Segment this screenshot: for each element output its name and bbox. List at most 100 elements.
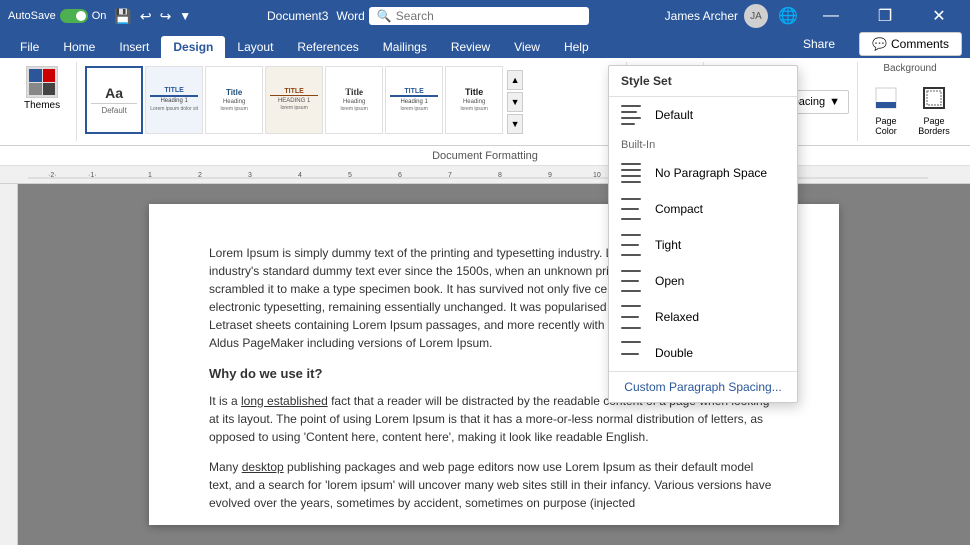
svg-text:7: 7 xyxy=(448,172,452,179)
para2-link[interactable]: long established xyxy=(241,394,328,408)
para-spacing-chevron: ▼ xyxy=(829,96,840,108)
spacing-icon-tight xyxy=(621,233,645,257)
page-borders-button[interactable]: Page Borders xyxy=(914,78,954,140)
tab-view[interactable]: View xyxy=(502,36,552,58)
save-icon[interactable]: 💾 xyxy=(114,8,131,25)
dropdown-item-compact-label: Compact xyxy=(655,202,703,216)
para3-after: publishing packages and web page editors… xyxy=(209,460,771,510)
globe-icon[interactable]: 🌐 xyxy=(776,4,800,28)
style-item-default[interactable]: Aa Default xyxy=(85,66,143,134)
comments-button[interactable]: 💬 Comments xyxy=(859,32,962,56)
search-input[interactable] xyxy=(396,9,576,23)
dropdown-footer[interactable]: Custom Paragraph Spacing... xyxy=(609,371,797,402)
svg-text:·1·: ·1· xyxy=(88,172,97,179)
vertical-ruler xyxy=(0,184,18,545)
background-section: Background Page Color Page Borders xyxy=(858,62,962,141)
horizontal-ruler: ·2··1· 12 34 56 78 910 11 xyxy=(0,166,970,184)
style-scroll-more[interactable]: ▼ xyxy=(507,114,523,134)
minimize-button[interactable]: — xyxy=(808,0,854,32)
tab-design[interactable]: Design xyxy=(161,36,225,58)
style-item-heading2[interactable]: Title Heading lorem ipsum xyxy=(205,66,263,134)
dropdown-item-compact[interactable]: Compact xyxy=(609,191,797,227)
autosave-toggle-pill[interactable] xyxy=(60,9,88,23)
svg-text:10: 10 xyxy=(593,172,601,179)
redo-icon[interactable]: ↪ xyxy=(160,8,172,25)
dropdown-item-tight-label: Tight xyxy=(655,238,681,252)
style-item-4[interactable]: Title Heading lorem ipsum xyxy=(325,66,383,134)
title-bar-left: AutoSave On 💾 ↩ ↪ ▼ xyxy=(8,8,191,25)
main-area: Lorem Ipsum is simply dummy text of the … xyxy=(0,184,970,545)
doc-name: Document3 xyxy=(267,9,328,23)
search-box[interactable]: 🔍 xyxy=(369,7,589,25)
svg-text:6: 6 xyxy=(398,172,402,179)
themes-preview xyxy=(26,66,58,98)
dropdown-item-no-para[interactable]: No Paragraph Space xyxy=(609,155,797,191)
ruler-inner: ·2··1· 12 34 56 78 910 11 xyxy=(28,168,970,182)
svg-text:2: 2 xyxy=(198,172,202,179)
tab-review[interactable]: Review xyxy=(439,36,502,58)
themes-label: Themes xyxy=(24,100,60,111)
dropdown-item-open-label: Open xyxy=(655,274,684,288)
dropdown-item-double[interactable]: Double xyxy=(609,335,797,371)
doc-format-label: Document Formatting xyxy=(432,150,538,162)
tab-references[interactable]: References xyxy=(285,36,370,58)
undo-icon[interactable]: ↩ xyxy=(140,8,152,25)
svg-text:8: 8 xyxy=(498,172,502,179)
dropdown-item-open[interactable]: Open xyxy=(609,263,797,299)
share-button[interactable]: Share xyxy=(787,33,851,55)
autosave-toggle[interactable]: AutoSave On xyxy=(8,9,106,23)
page-color-button[interactable]: Page Color xyxy=(866,78,906,140)
tab-home[interactable]: Home xyxy=(51,36,107,58)
page-borders-icon xyxy=(918,82,950,114)
customize-icon[interactable]: ▼ xyxy=(179,9,191,23)
spacing-icon-double xyxy=(621,341,645,365)
user-name: James Archer xyxy=(665,9,738,23)
ribbon-tabs: File Home Insert Design Layout Reference… xyxy=(0,32,970,58)
close-button[interactable]: ✕ xyxy=(916,0,962,32)
bg-group: Page Color Page Borders xyxy=(866,78,954,140)
spacing-icon-default xyxy=(621,103,645,127)
themes-button[interactable]: Themes xyxy=(16,62,68,115)
style-item-heading3[interactable]: TITLE HEADING 1 lorem ipsum xyxy=(265,66,323,134)
tab-mailings[interactable]: Mailings xyxy=(371,36,439,58)
svg-text:3: 3 xyxy=(248,172,252,179)
style-scroll-down[interactable]: ▼ xyxy=(507,92,523,112)
para2-before: It is a xyxy=(209,394,241,408)
style-scroll-up[interactable]: ▲ xyxy=(507,70,523,90)
doc-paragraph-3: Many desktop publishing packages and web… xyxy=(209,458,779,512)
dropdown-item-default[interactable]: Default xyxy=(609,97,797,133)
svg-text:9: 9 xyxy=(548,172,552,179)
tab-help[interactable]: Help xyxy=(552,36,601,58)
style-item-6[interactable]: Title Heading lorem ipsum xyxy=(445,66,503,134)
doc-format-bar: Document Formatting xyxy=(0,146,970,166)
tab-file[interactable]: File xyxy=(8,36,51,58)
ribbon: Themes Aa Default TITLE Heading 1 Lorem … xyxy=(0,58,970,146)
dropdown-item-double-label: Double xyxy=(655,346,693,360)
svg-text:·2·: ·2· xyxy=(48,172,57,179)
para3-before: Many xyxy=(209,460,242,474)
style-gallery-section: Aa Default TITLE Heading 1 Lorem ipsum d… xyxy=(77,62,626,141)
spacing-icon-compact xyxy=(621,197,645,221)
spacing-icon-open xyxy=(621,269,645,293)
dropdown-item-tight[interactable]: Tight xyxy=(609,227,797,263)
autosave-state: On xyxy=(92,10,107,22)
title-bar: AutoSave On 💾 ↩ ↪ ▼ Document3 Word 🔍 Jam… xyxy=(0,0,970,32)
search-icon: 🔍 xyxy=(377,9,392,23)
dropdown-item-default-label: Default xyxy=(655,108,693,122)
tab-layout[interactable]: Layout xyxy=(225,36,285,58)
para3-link[interactable]: desktop xyxy=(242,460,284,474)
dropdown-item-relaxed-label: Relaxed xyxy=(655,310,699,324)
svg-text:1: 1 xyxy=(148,172,152,179)
style-item-heading1[interactable]: TITLE Heading 1 Lorem ipsum dolor sit xyxy=(145,66,203,134)
background-label: Background xyxy=(883,63,936,74)
style-scroll: ▲ ▼ ▼ xyxy=(507,70,523,134)
style-gallery: Aa Default TITLE Heading 1 Lorem ipsum d… xyxy=(85,66,617,138)
page-color-icon xyxy=(870,82,902,114)
style-item-5[interactable]: TITLE Heading 1 lorem ipsum xyxy=(385,66,443,134)
dropdown-item-relaxed[interactable]: Relaxed xyxy=(609,299,797,335)
restore-button[interactable]: ❐ xyxy=(862,0,908,32)
paragraph-spacing-dropdown: Style Set Default Built-In No Paragraph … xyxy=(608,65,798,403)
svg-text:4: 4 xyxy=(298,172,302,179)
tab-insert[interactable]: Insert xyxy=(107,36,161,58)
document-area: Lorem Ipsum is simply dummy text of the … xyxy=(18,184,970,545)
